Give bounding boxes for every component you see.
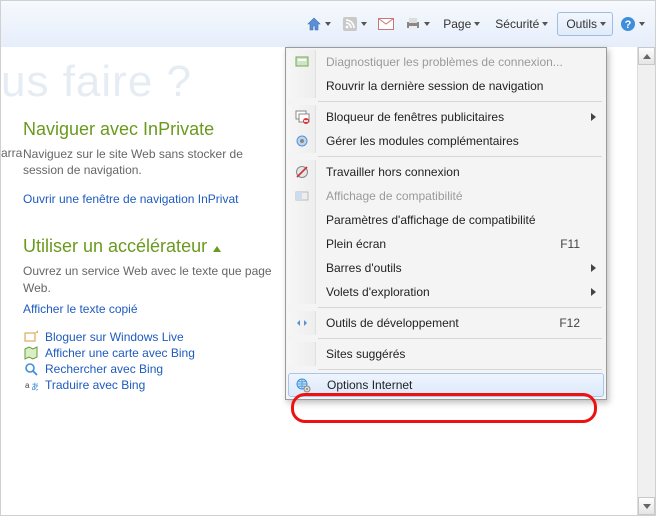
menu-fullscreen[interactable]: Plein écran F11: [288, 232, 604, 256]
menu-internet-options[interactable]: Options Internet: [288, 373, 604, 397]
tools-dropdown-menu: Diagnostiquer les problèmes de connexion…: [285, 47, 607, 400]
accel-search-label: Rechercher avec Bing: [45, 362, 163, 376]
accelerator-desc: Ouvrez un service Web avec le texte que …: [23, 263, 283, 295]
print-button[interactable]: [401, 12, 434, 36]
help-button[interactable]: ?: [616, 12, 649, 36]
devtools-icon: [294, 315, 310, 331]
compat-icon: [294, 188, 310, 204]
security-menu-label: Sécurité: [495, 17, 539, 31]
search-icon: [23, 362, 39, 376]
tools-menu-label: Outils: [566, 17, 597, 31]
cut-word: arrage: [1, 146, 23, 184]
translate-icon: aあ: [23, 378, 39, 392]
scroll-up-button[interactable]: [638, 47, 655, 65]
scroll-track[interactable]: [638, 65, 655, 497]
page-menu-label: Page: [443, 17, 471, 31]
menu-suggested-sites[interactable]: Sites suggérés: [288, 342, 604, 366]
menu-diagnose-connection[interactable]: Diagnostiquer les problèmes de connexion…: [288, 50, 604, 74]
addons-icon: [294, 133, 310, 149]
map-icon: [23, 346, 39, 360]
home-button[interactable]: [302, 12, 335, 36]
accel-translate-label: Traduire avec Bing: [45, 378, 145, 392]
diagnose-icon: [294, 54, 310, 70]
help-icon: ?: [620, 16, 636, 32]
inprivate-desc: Naviguez sur le site Web sans stocker de…: [23, 146, 283, 178]
menu-popup-blocker[interactable]: Bloqueur de fenêtres publicitaires: [288, 105, 604, 129]
offline-icon: [294, 164, 310, 180]
accel-map-label: Afficher une carte avec Bing: [45, 346, 195, 360]
tools-menu-button[interactable]: Outils: [557, 12, 613, 36]
command-bar: Page Sécurité Outils ?: [1, 1, 655, 47]
menu-reopen-session[interactable]: Rouvrir la dernière session de navigatio…: [288, 74, 604, 98]
popup-blocker-icon: [294, 109, 310, 125]
menu-compat-view[interactable]: Affichage de compatibilité: [288, 184, 604, 208]
page-menu-button[interactable]: Page: [437, 12, 486, 36]
home-icon: [306, 16, 322, 32]
accel-blog-label: Bloguer sur Windows Live: [45, 330, 184, 344]
scroll-down-button[interactable]: [638, 497, 655, 515]
svg-text:?: ?: [625, 19, 632, 31]
feeds-button[interactable]: [338, 12, 371, 36]
rss-icon: [342, 16, 358, 32]
mail-icon: [378, 16, 394, 32]
menu-manage-addons[interactable]: Gérer les modules complémentaires: [288, 129, 604, 153]
svg-text:あ: あ: [31, 382, 38, 392]
mail-button[interactable]: [374, 12, 398, 36]
menu-toolbars[interactable]: Barres d'outils: [288, 256, 604, 280]
internet-options-icon: [295, 377, 311, 393]
menu-explorer-panels[interactable]: Volets d'exploration: [288, 280, 604, 304]
printer-icon: [405, 16, 421, 32]
vertical-scrollbar[interactable]: [637, 47, 655, 515]
menu-compat-params[interactable]: Paramètres d'affichage de compatibilité: [288, 208, 604, 232]
menu-work-offline[interactable]: Travailler hors connexion: [288, 160, 604, 184]
svg-text:a: a: [25, 381, 30, 390]
blog-icon: [23, 330, 39, 344]
menu-dev-tools[interactable]: Outils de développement F12: [288, 311, 604, 335]
security-menu-button[interactable]: Sécurité: [489, 12, 554, 36]
